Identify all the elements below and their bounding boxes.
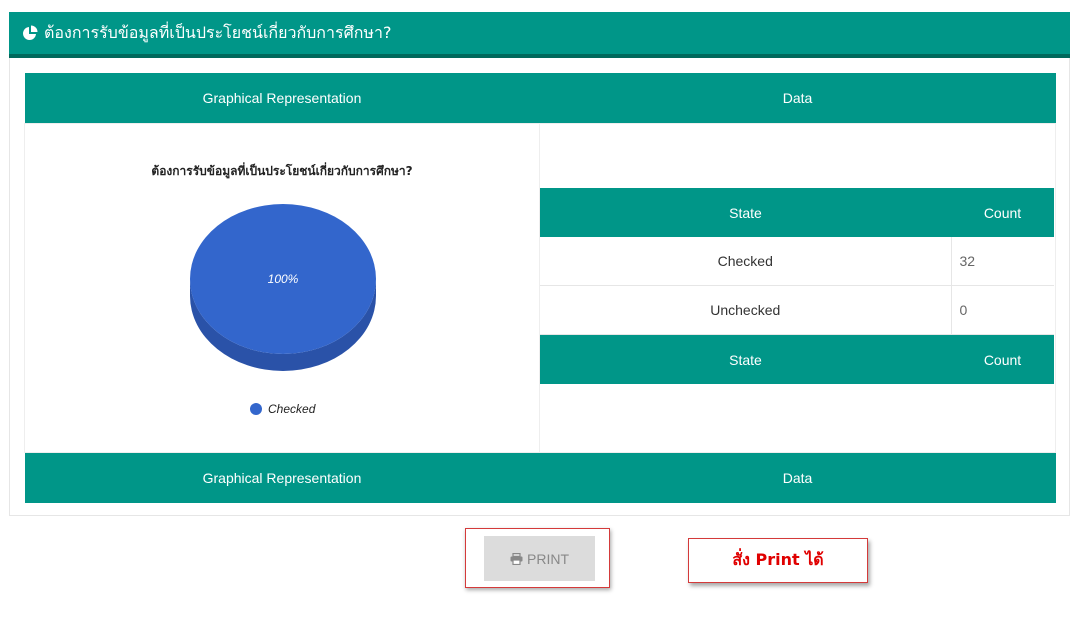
panel-title: ต้องการรับข้อมูลที่เป็นประโยชน์เกี่ยวกับ…	[44, 22, 392, 42]
report-table: Graphical Representation Data ต้องการรับ…	[24, 73, 1056, 503]
chart-cell: ต้องการรับข้อมูลที่เป็นประโยชน์เกี่ยวกับ…	[24, 123, 540, 453]
row-state: Unchecked	[540, 285, 952, 335]
header-graphical-representation: Graphical Representation	[24, 73, 540, 124]
footer-data: Data	[539, 452, 1056, 503]
print-button-highlight: PRINT	[465, 528, 610, 588]
legend-swatch-checked	[250, 403, 262, 415]
printer-icon	[510, 552, 523, 565]
table-row: Checked 32	[540, 237, 1054, 286]
pie-slice-label: 100%	[268, 272, 299, 286]
data-cell: State Count Checked 32 Unchecked 0 State…	[539, 123, 1056, 453]
annotation-note-text: สั่ง Print ได้	[732, 550, 824, 569]
column-header-count: Count	[951, 188, 1054, 237]
panel-heading: ต้องการรับข้อมูลที่เป็นประโยชน์เกี่ยวกับ…	[9, 12, 1070, 58]
table-row: Unchecked 0	[540, 285, 1054, 335]
annotation-note: สั่ง Print ได้	[688, 538, 868, 583]
row-state: Checked	[540, 237, 952, 286]
state-count-table: State Count Checked 32 Unchecked 0 State…	[540, 188, 1054, 384]
print-button-label: PRINT	[527, 550, 569, 567]
row-count: 0	[951, 285, 1054, 335]
pie-chart-icon	[22, 25, 38, 41]
footer-header-count: Count	[951, 334, 1054, 384]
chart-legend[interactable]: Checked	[250, 402, 315, 416]
row-count: 32	[951, 237, 1054, 286]
column-header-state: State	[540, 188, 951, 237]
header-data: Data	[539, 73, 1056, 124]
footer-header-state: State	[540, 334, 951, 384]
print-button[interactable]: PRINT	[484, 536, 595, 581]
legend-label-checked: Checked	[268, 402, 316, 416]
footer-graphical-representation: Graphical Representation	[24, 452, 540, 503]
